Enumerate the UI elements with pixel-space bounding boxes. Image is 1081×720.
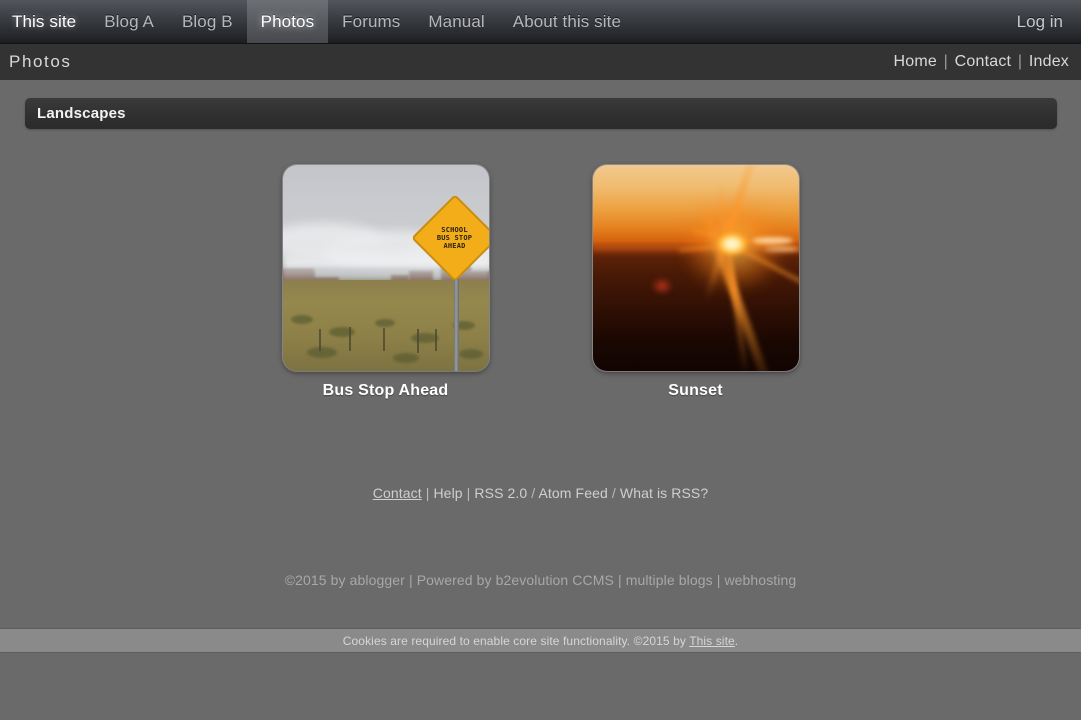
photo-thumbnail-frame[interactable] (592, 165, 799, 371)
sign-text-line-3: AHEAD (443, 242, 466, 250)
footer-separator: / (531, 485, 536, 501)
sub-header-link-home[interactable]: Home (893, 53, 936, 70)
nav-tab-forums[interactable]: Forums (328, 0, 414, 43)
footer-link-what-is-rss[interactable]: What is RSS? (620, 485, 708, 501)
sub-header-bar: Photos Home | Contact | Index (0, 44, 1081, 80)
log-in-link[interactable]: Log in (1017, 12, 1063, 32)
sunset-over-horizon-photo (592, 165, 799, 371)
nav-tab-list: This site Blog A Blog B Photos Forums Manual A… (0, 0, 635, 43)
sub-header-links: Home | Contact | Index (893, 53, 1081, 71)
section-title: Landscapes (37, 105, 126, 122)
sub-header-link-contact[interactable]: Contact (955, 53, 1012, 70)
cookie-notice-text: Cookies are required to enable core site… (343, 634, 738, 648)
cookie-message: Cookies are required to enable core site… (342, 633, 686, 648)
nav-tab-manual[interactable]: Manual (414, 0, 498, 43)
nav-right-area: Log in (1017, 0, 1081, 43)
sub-header-separator: | (943, 53, 948, 70)
nav-tab-about-this-site[interactable]: About this site (499, 0, 635, 43)
page-bottom-area (0, 653, 1081, 720)
main-content: Landscapes SCHOOL BUS STOP AHEAD Bus Sto… (0, 80, 1081, 628)
footer-credits: ©2015 by ablogger | Powered by b2evoluti… (0, 572, 1081, 588)
powered-by-text: Powered by b2evolution CCMS (416, 572, 614, 588)
nav-tab-blog-b[interactable]: Blog B (168, 0, 247, 43)
sub-header-link-index[interactable]: Index (1029, 53, 1069, 70)
webhosting-link[interactable]: webhosting (724, 572, 796, 588)
desert-bus-stop-sign-photo: SCHOOL BUS STOP AHEAD (282, 165, 489, 371)
copyright-text: ©2015 by ablogger (284, 572, 405, 588)
top-navigation-bar: This site Blog A Blog B Photos Forums Manual A… (0, 0, 1081, 44)
page-title: Photos (9, 52, 72, 71)
nav-tab-blog-a[interactable]: Blog A (90, 0, 168, 43)
photo-caption[interactable]: Bus Stop Ahead (323, 382, 449, 400)
photo-item-sunset[interactable]: Sunset (591, 165, 801, 400)
photo-thumbnail-frame[interactable]: SCHOOL BUS STOP AHEAD (282, 165, 489, 371)
multiple-blogs-link[interactable]: multiple blogs (626, 572, 713, 588)
sign-text-line-2: BUS STOP (436, 234, 473, 242)
footer-link-contact[interactable]: Contact (373, 485, 422, 501)
credits-separator-1: | (408, 572, 413, 588)
photo-caption[interactable]: Sunset (668, 382, 723, 400)
footer-separator: | (425, 485, 430, 501)
footer-links: Contact | Help | RSS 2.0 / Atom Feed / W… (0, 485, 1081, 501)
cookie-notice-bar: Cookies are required to enable core site… (0, 628, 1081, 653)
photo-thumbnail-grid: SCHOOL BUS STOP AHEAD Bus Stop Ahead Sun… (0, 165, 1081, 400)
footer-link-rss-2-0[interactable]: RSS 2.0 (474, 485, 527, 501)
nav-tab-this-site[interactable]: This site (0, 0, 90, 43)
photo-item-bus-stop-ahead[interactable]: SCHOOL BUS STOP AHEAD Bus Stop Ahead (281, 165, 491, 400)
footer-link-atom-feed[interactable]: Atom Feed (538, 485, 607, 501)
cookie-this-site-link[interactable]: This site (689, 634, 735, 648)
sub-header-separator: | (1017, 53, 1023, 70)
nav-tab-photos[interactable]: Photos (246, 0, 329, 43)
sign-text: SCHOOL BUS STOP AHEAD (424, 207, 486, 269)
credits-separator-3: | (716, 572, 721, 588)
sign-text-line-1: SCHOOL (441, 226, 468, 234)
footer-separator: / (611, 485, 616, 501)
section-header-landscapes: Landscapes (25, 98, 1057, 129)
lens-flare-dot (650, 277, 673, 295)
footer-separator: | (466, 485, 471, 501)
credits-separator-2: | (617, 572, 622, 588)
cookie-period: . (734, 633, 739, 648)
footer-link-help[interactable]: Help (433, 485, 462, 501)
